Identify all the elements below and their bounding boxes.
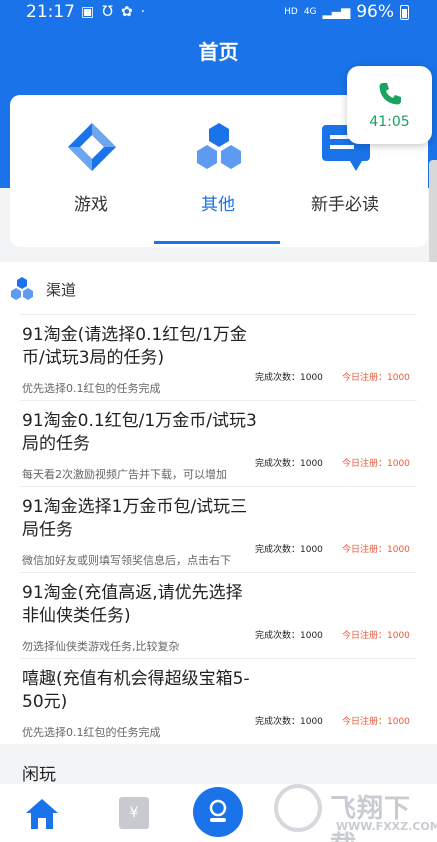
watermark-brand: 飞翔下载 xyxy=(330,794,412,842)
active-tab-indicator xyxy=(154,241,280,244)
battery-icon xyxy=(400,4,409,20)
task-title: 91淘金(充值高返,请优先选择非仙侠类任务) xyxy=(22,583,243,626)
completion-count: 完成次数：1000 xyxy=(255,717,323,727)
ongoing-call-bubble[interactable]: 41:05 xyxy=(347,66,432,144)
task-title: 91淘金0.1红包/1万金币/试玩3局的任务 xyxy=(22,411,257,454)
task-description: 微信加好友或则填写领奖信息后，点击右下 xyxy=(22,554,231,567)
task-title: 91淘金(请选择0.1红包/1万金币/试玩3局的任务) xyxy=(22,325,247,368)
more-notifications-icon: · xyxy=(140,4,146,20)
hexagon-cluster-icon xyxy=(197,123,241,169)
section-header: 渠道 xyxy=(0,262,437,314)
call-timer: 41:05 xyxy=(369,114,410,130)
notification-icons: ▣ Ʊ ✿ · xyxy=(81,4,145,20)
task-item[interactable]: 嘻趣(充值有机会得超级宝箱5-50元) 完成次数：1000 今日注册：1000 … xyxy=(20,658,417,744)
task-item[interactable]: 91淘金(请选择0.1红包/1万金币/试玩3局的任务) 完成次数：1000 今日… xyxy=(20,314,417,400)
hd-indicator: HD xyxy=(284,7,298,17)
completion-count: 完成次数：1000 xyxy=(255,459,323,469)
home-icon[interactable] xyxy=(24,796,60,832)
task-title: 嘻趣(充值有机会得超级宝箱5-50元) xyxy=(22,669,250,712)
completion-count: 完成次数：1000 xyxy=(255,545,323,555)
watermark-emblem xyxy=(274,784,322,832)
game-diamond-icon xyxy=(68,123,116,171)
wechat-notification-icon: ✿ xyxy=(120,4,133,20)
today-registrations: 今日注册：1000 xyxy=(342,459,410,469)
task-item[interactable]: 91淘金(充值高返,请优先选择非仙侠类任务) 完成次数：1000 今日注册：10… xyxy=(20,572,417,658)
task-list: 91淘金(请选择0.1红包/1万金币/试玩3局的任务) 完成次数：1000 今日… xyxy=(0,314,437,744)
watermark-logo: 飞翔下载 WWW.FXXZ.COM xyxy=(268,780,437,842)
tab-beginner-guide-label: 新手必读 xyxy=(311,195,379,215)
task-description: 优先选择0.1红包的任务完成 xyxy=(22,726,161,739)
status-time: 21:17 xyxy=(26,2,75,22)
profile-icon xyxy=(209,799,227,822)
partial-task-title[interactable]: 闲玩 xyxy=(22,760,56,785)
completion-count: 完成次数：1000 xyxy=(255,631,323,641)
task-title: 91淘金选择1万金币包/试玩三局任务 xyxy=(22,497,248,540)
tab-other-label: 其他 xyxy=(201,195,235,215)
image-notification-icon: ▣ xyxy=(81,4,95,20)
profile-button[interactable] xyxy=(193,787,243,837)
network-4g-indicator: 4G xyxy=(303,7,317,17)
phone-icon xyxy=(379,83,401,105)
tab-game[interactable]: 游戏 xyxy=(26,95,156,247)
task-item[interactable]: 91淘金选择1万金币包/试玩三局任务 完成次数：1000 今日注册：1000 微… xyxy=(20,486,417,572)
tab-other[interactable]: 其他 xyxy=(153,95,283,247)
battery-percent: 96% xyxy=(356,2,394,22)
today-registrations: 今日注册：1000 xyxy=(342,631,410,641)
wallet-icon[interactable]: ¥ xyxy=(119,797,149,829)
app-notification-icon: Ʊ xyxy=(102,4,113,20)
task-description: 优先选择0.1红包的任务完成 xyxy=(22,382,161,395)
task-description: 勿选择仙侠类游戏任务,比较复杂 xyxy=(22,640,180,653)
section-title: 渠道 xyxy=(46,281,77,299)
today-registrations: 今日注册：1000 xyxy=(342,717,410,727)
today-registrations: 今日注册：1000 xyxy=(342,545,410,555)
signal-icon: ▂▄▆ xyxy=(322,5,351,19)
hexagon-cluster-icon xyxy=(11,277,33,300)
tab-game-label: 游戏 xyxy=(74,195,108,215)
today-registrations: 今日注册：1000 xyxy=(342,373,410,383)
task-description: 每天看2次激励视频广告并下载，可以增加 xyxy=(22,468,227,481)
completion-count: 完成次数：1000 xyxy=(255,373,323,383)
task-item[interactable]: 91淘金0.1红包/1万金币/试玩3局的任务 完成次数：1000 今日注册：10… xyxy=(20,400,417,486)
status-bar: 21:17 ▣ Ʊ ✿ · HD 4G ▂▄▆ 96% xyxy=(0,0,437,26)
page-title: 首页 xyxy=(198,40,239,64)
watermark-url: WWW.FXXZ.COM xyxy=(336,820,437,833)
